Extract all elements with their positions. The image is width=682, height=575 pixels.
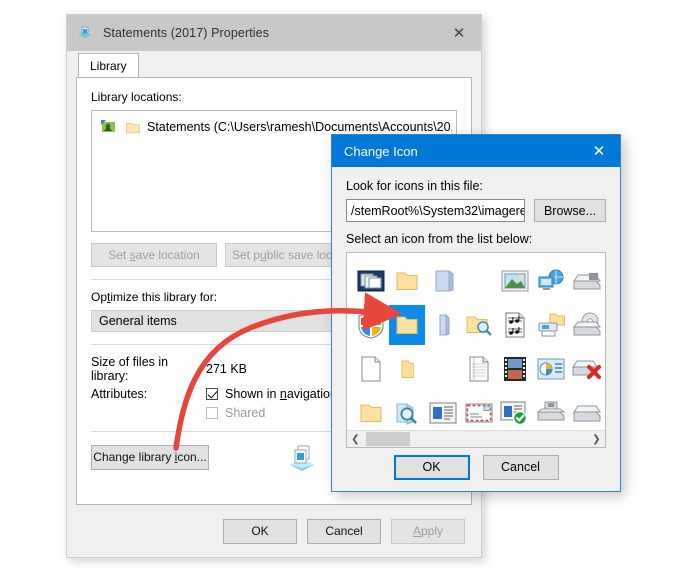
folder-icon <box>126 121 140 134</box>
change-library-icon-button[interactable]: Change library icon... <box>91 444 209 470</box>
printer-folder-icon[interactable] <box>533 305 569 345</box>
checkbox-box <box>206 407 218 419</box>
film-strip-icon[interactable] <box>497 349 533 389</box>
folder-magnifier-icon[interactable] <box>389 393 425 433</box>
folder-plain-icon[interactable] <box>353 393 389 433</box>
windows-shield-icon[interactable] <box>353 305 389 345</box>
close-icon[interactable]: ✕ <box>578 135 620 167</box>
drive-icon[interactable] <box>569 261 605 301</box>
icon-grid-row <box>353 303 605 347</box>
change-library-icon-label: Change library icon... <box>93 450 207 464</box>
change-icon-button-row: OK Cancel <box>332 443 620 491</box>
select-icon-label: Select an icon from the list below: <box>346 232 533 246</box>
change-icon-title-bar: Change Icon ✕ <box>332 135 620 167</box>
size-label: Size of files in library: <box>91 355 169 383</box>
selected-folder-icon[interactable] <box>389 305 425 345</box>
drive-edge3-icon[interactable] <box>605 349 606 389</box>
lined-document-icon[interactable] <box>461 349 497 389</box>
shortcut-folder-icon <box>100 118 118 136</box>
icon-grid-row <box>353 259 605 303</box>
icon-grid-row <box>353 347 605 391</box>
optimize-value: General items <box>99 314 177 328</box>
ok-button[interactable]: OK <box>223 518 297 544</box>
list-item-label: Statements (C:\Users\ramesh\Documents\Ac… <box>147 120 452 134</box>
apply-button[interactable]: Apply <box>391 518 465 544</box>
page-title: Statements (2017) Properties <box>103 26 270 40</box>
icon-file-path-input[interactable]: /stemRoot%\System32\imageres.dll <box>346 199 525 222</box>
photo-icon[interactable] <box>497 261 533 301</box>
attributes-label: Attributes: <box>91 387 148 401</box>
browse-button[interactable]: Browse... <box>534 199 606 222</box>
library-icon-preview <box>287 442 317 472</box>
presentation-icon[interactable] <box>533 349 569 389</box>
drive-gray-icon[interactable] <box>569 393 605 433</box>
floppy-drive-icon[interactable] <box>533 393 569 433</box>
size-value: 271 KB <box>206 362 248 376</box>
drive-edge2-icon[interactable] <box>605 305 606 345</box>
library-locations-label: Library locations: <box>91 90 182 104</box>
tab-library[interactable]: Library <box>78 53 139 77</box>
change-icon-dialog: Change Icon ✕ Look for icons in this fil… <box>331 134 621 492</box>
blank-icon <box>461 261 497 301</box>
checkbox-box <box>206 388 218 400</box>
properties-button-row: OK Cancel Apply <box>67 505 481 557</box>
document-check-icon[interactable] <box>497 393 533 433</box>
tabstrip: Library <box>67 53 481 77</box>
cancel-button[interactable]: Cancel <box>307 518 381 544</box>
folder-search-icon[interactable] <box>461 305 497 345</box>
icon-grid-row <box>353 391 605 435</box>
icon-grid <box>347 253 605 430</box>
look-for-icons-label: Look for icons in this file: <box>346 179 483 193</box>
change-icon-body: Look for icons in this file: /stemRoot%\… <box>332 167 620 448</box>
icon-list[interactable]: ❮ ❯ <box>346 252 606 448</box>
windows-logo-icon[interactable] <box>605 393 606 433</box>
library-icon <box>77 25 93 41</box>
close-icon[interactable]: ✕ <box>437 15 481 51</box>
drive-error-icon[interactable] <box>569 349 605 389</box>
path-row: /stemRoot%\System32\imageres.dll Browse.… <box>346 199 606 222</box>
blue-folder-thin-icon[interactable] <box>425 305 461 345</box>
attr-shared-label: Shared <box>225 406 266 420</box>
envelope-icon[interactable] <box>461 393 497 433</box>
set-save-location-label: Set save location <box>108 248 200 262</box>
folder-thin-icon[interactable] <box>389 349 425 389</box>
folder-icon[interactable] <box>389 261 425 301</box>
ok-button[interactable]: OK <box>393 454 470 480</box>
blue-folder-icon[interactable] <box>425 261 461 301</box>
newspaper-icon[interactable] <box>425 393 461 433</box>
dialog-title: Change Icon <box>344 143 418 159</box>
set-save-location-button[interactable]: Set save location <box>91 243 217 267</box>
properties-title-bar: Statements (2017) Properties ✕ <box>67 15 481 51</box>
picture-frame-icon[interactable] <box>353 261 389 301</box>
icon-file-path-value: /stemRoot%\System32\imageres.dll <box>351 203 524 218</box>
blank-page-icon[interactable] <box>353 349 389 389</box>
blank2-icon <box>425 349 461 389</box>
network-computer-icon[interactable] <box>533 261 569 301</box>
cancel-button[interactable]: Cancel <box>482 454 559 480</box>
cd-drive-icon[interactable] <box>569 305 605 345</box>
music-document-icon[interactable] <box>497 305 533 345</box>
drive-edge-icon[interactable] <box>605 261 606 301</box>
